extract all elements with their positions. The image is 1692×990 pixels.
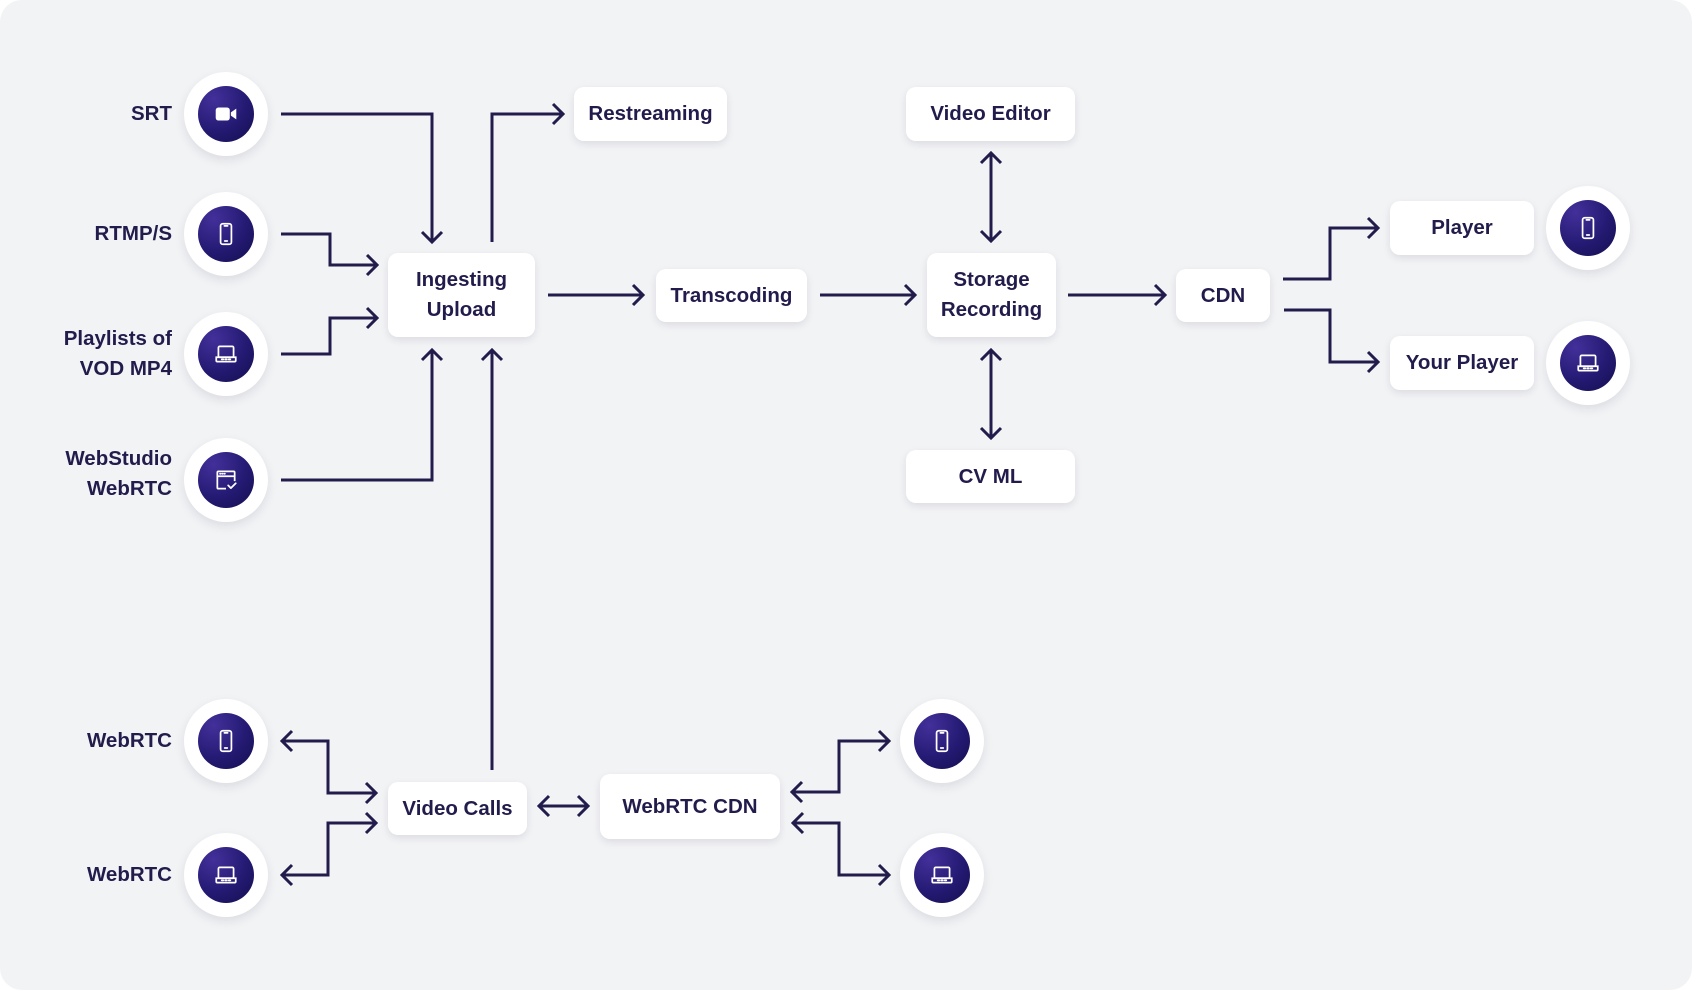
connector-webstudio-ingesting	[281, 350, 434, 482]
connector-playlists-ingesting	[281, 316, 377, 356]
webrtc-client-node-laptop[interactable]	[184, 833, 268, 917]
laptop-icon	[215, 866, 237, 884]
laptop-icon	[215, 345, 237, 363]
webrtc-client-node-phone[interactable]	[184, 699, 268, 783]
input-node-webstudio[interactable]	[184, 438, 268, 522]
box-cdn[interactable]: CDN	[1176, 269, 1270, 322]
connector-srt-ingesting	[281, 112, 434, 242]
connector-webrtc-laptop-videocalls	[282, 821, 376, 877]
smartphone-icon	[1581, 216, 1595, 240]
laptop-icon	[1577, 354, 1599, 372]
connector-rtmp-ingesting	[281, 232, 377, 267]
webrtc-client-label-phone: WebRTC	[86, 729, 172, 752]
smartphone-icon	[219, 222, 233, 246]
input-label-webstudio: WebStudio WebRTC	[65, 447, 172, 500]
box-your-player[interactable]: Your Player	[1390, 336, 1534, 390]
box-restreaming[interactable]: Restreaming	[574, 87, 727, 141]
browser-check-icon	[216, 470, 237, 490]
connector-cdn-player	[1283, 226, 1378, 281]
input-label-playlists: Playlists of VOD MP4	[63, 327, 172, 380]
video-camera-icon	[215, 107, 237, 121]
input-label-srt: SRT	[131, 102, 172, 125]
connector-ingesting-restreaming	[490, 112, 563, 242]
box-video-calls[interactable]: Video Calls	[388, 782, 527, 835]
box-ingesting-upload[interactable]: Ingesting Upload	[388, 253, 535, 337]
box-webrtc-cdn[interactable]: WebRTC CDN	[600, 774, 780, 839]
output-node-yourplayer-laptop[interactable]	[1546, 321, 1630, 405]
laptop-icon	[931, 866, 953, 884]
input-node-rtmp[interactable]	[184, 192, 268, 276]
box-transcoding[interactable]: Transcoding	[656, 269, 807, 322]
webrtc-cdn-node-phone[interactable]	[900, 699, 984, 783]
box-video-editor[interactable]: Video Editor	[906, 87, 1075, 141]
box-player[interactable]: Player	[1390, 201, 1534, 255]
connector-webrtccdn-laptop	[793, 821, 889, 877]
smartphone-icon	[219, 729, 233, 753]
webrtc-cdn-node-laptop[interactable]	[900, 833, 984, 917]
smartphone-icon	[935, 729, 949, 753]
box-cv-ml[interactable]: CV ML	[906, 450, 1075, 503]
input-node-playlists[interactable]	[184, 312, 268, 396]
connector-webrtc-phone-videocalls	[282, 739, 376, 795]
input-node-srt[interactable]	[184, 72, 268, 156]
input-label-rtmp: RTMP/S	[94, 222, 172, 245]
webrtc-client-label-laptop: WebRTC	[86, 863, 172, 886]
box-storage-recording[interactable]: Storage Recording	[927, 253, 1056, 337]
connector-cdn-yourplayer	[1284, 308, 1378, 364]
connector-webrtccdn-phone	[792, 739, 889, 794]
output-node-player-phone[interactable]	[1546, 186, 1630, 270]
